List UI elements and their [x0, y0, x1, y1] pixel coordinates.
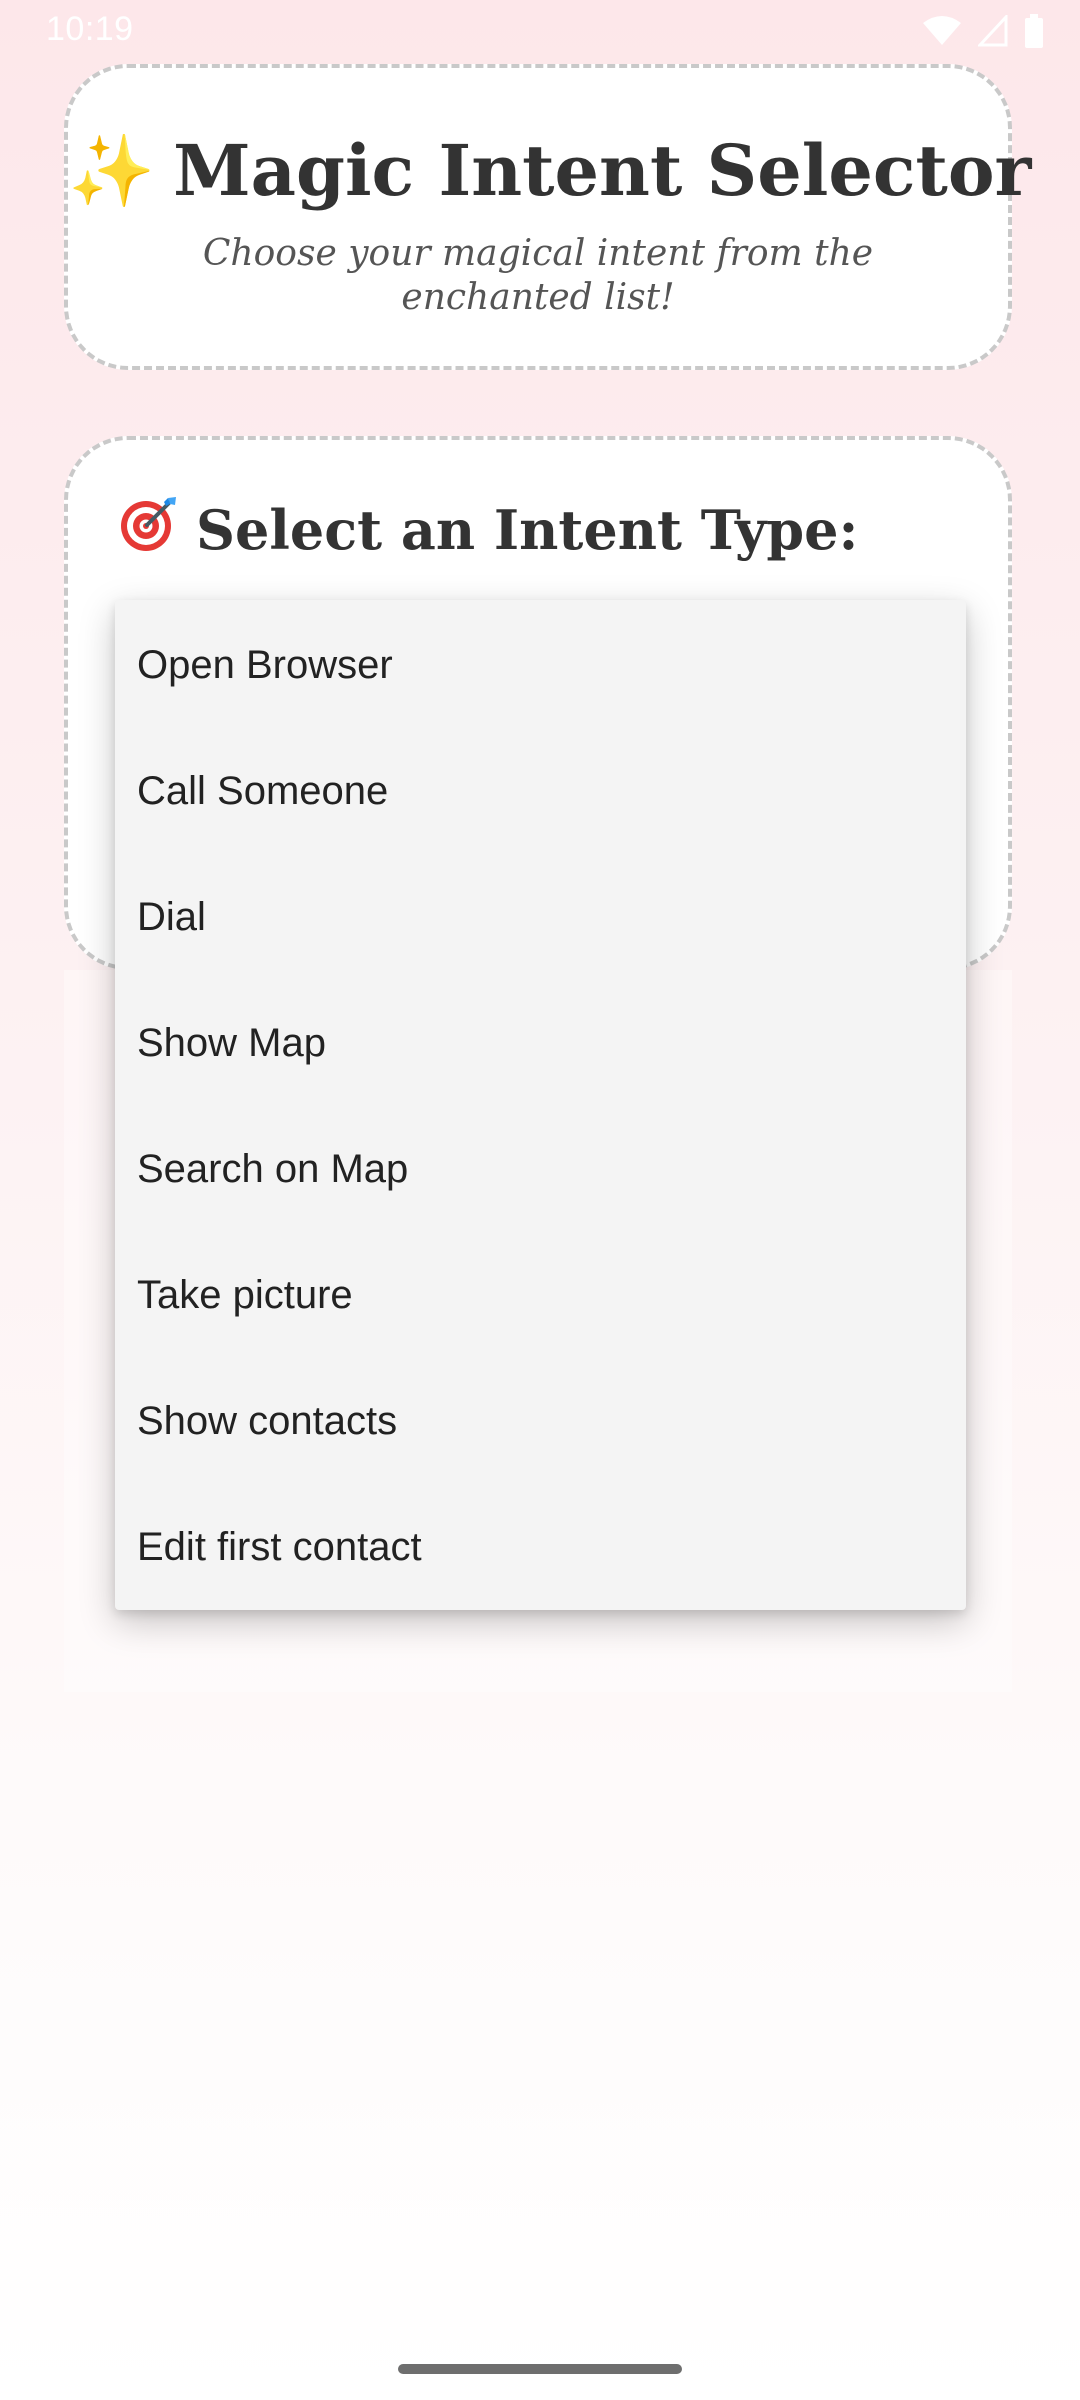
intent-dropdown-menu[interactable]: Open Browser Call Someone Dial Show Map … — [115, 600, 966, 1610]
menu-item-edit-first-contact[interactable]: Edit first contact — [115, 1484, 966, 1610]
app-subtitle: Choose your magical intent from the ench… — [202, 233, 874, 318]
section-title: Select an Intent Type: — [118, 494, 858, 565]
target-dart-icon — [118, 494, 180, 565]
app-title-text: Magic Intent Selector — [173, 129, 1032, 212]
status-icons — [922, 12, 1044, 50]
menu-item-call-someone[interactable]: Call Someone — [115, 728, 966, 854]
status-bar: 10:19 — [0, 0, 1080, 60]
status-time: 10:19 — [46, 10, 134, 48]
wifi-icon — [922, 15, 962, 47]
section-title-text: Select an Intent Type: — [196, 497, 859, 562]
battery-icon — [1024, 14, 1044, 48]
gesture-nav-handle[interactable] — [398, 2364, 682, 2374]
cellular-signal-icon — [978, 15, 1008, 47]
menu-item-search-on-map[interactable]: Search on Map — [115, 1106, 966, 1232]
menu-item-open-browser[interactable]: Open Browser — [115, 602, 966, 728]
menu-item-show-map[interactable]: Show Map — [115, 980, 966, 1106]
menu-item-show-contacts[interactable]: Show contacts — [115, 1358, 966, 1484]
menu-item-take-picture[interactable]: Take picture — [115, 1232, 966, 1358]
app-title: ✨ Magic Intent Selector — [68, 126, 1031, 216]
sparkle-icon: ✨ — [68, 130, 156, 212]
menu-item-dial[interactable]: Dial — [115, 854, 966, 980]
header-card: ✨ Magic Intent Selector Choose your magic… — [64, 64, 1031, 370]
